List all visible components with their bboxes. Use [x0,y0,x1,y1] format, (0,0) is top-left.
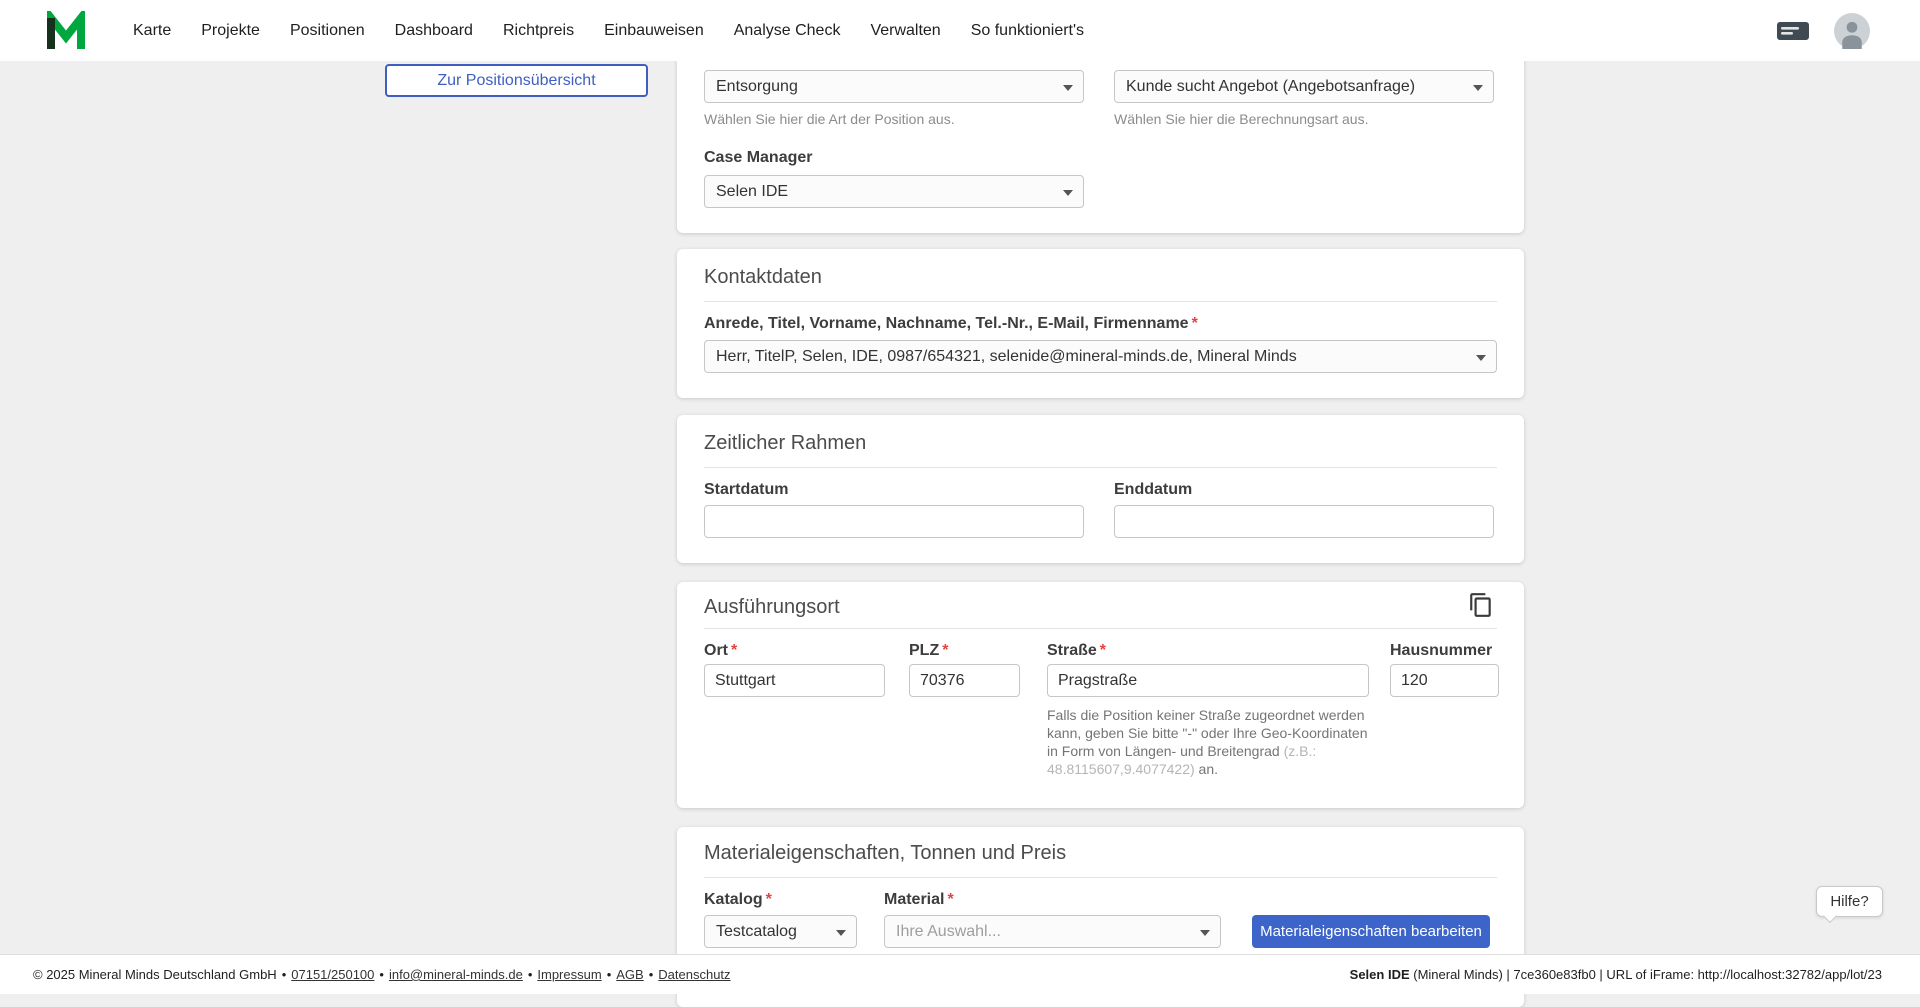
contact-field-label-text: Anrede, Titel, Vorname, Nachname, Tel.-N… [704,315,1189,332]
mineral-minds-logo[interactable] [45,11,87,51]
separator: • [649,967,654,982]
plz-input[interactable] [909,664,1020,697]
timeframe-card-title: Zeitlicher Rahmen [704,432,866,455]
position-type-help: Wählen Sie hier die Art der Position aus… [704,111,955,127]
divider [704,628,1497,629]
help-button[interactable]: Hilfe? [1816,886,1883,917]
hausnummer-label: Hausnummer [1390,642,1492,660]
strasse-label: Straße* [1047,642,1106,660]
edit-material-properties-button[interactable]: Materialeigenschaften bearbeiten [1252,915,1490,948]
strasse-help: Falls die Position keiner Straße zugeord… [1047,706,1381,778]
nav-item-dashboard[interactable]: Dashboard [395,22,473,40]
divider [704,467,1497,468]
contact-card-title: Kontaktdaten [704,266,822,289]
chevron-down-icon [1473,85,1483,91]
footer-link-phone[interactable]: 07151/250100 [291,967,374,982]
required-marker: * [942,642,948,659]
location-card-title: Ausführungsort [704,596,840,619]
timeframe-card: Zeitlicher Rahmen Startdatum Enddatum [677,415,1524,563]
case-manager-label: Case Manager [704,149,813,167]
strasse-help-suffix: an. [1195,761,1218,777]
nav-item-positionen[interactable]: Positionen [290,22,365,40]
top-navigation-bar: Karte Projekte Positionen Dashboard Rich… [0,0,1920,61]
case-manager-select[interactable]: Selen IDE [704,175,1084,208]
chevron-down-icon [1063,85,1073,91]
plz-label-text: PLZ [909,642,939,659]
chevron-down-icon [1200,930,1210,936]
nav-item-projekte[interactable]: Projekte [201,22,260,40]
footer-info: © 2025 Mineral Minds Deutschland GmbH • … [33,967,731,982]
back-to-positions-button[interactable]: Zur Positionsübersicht [385,64,648,97]
nav-item-verwalten[interactable]: Verwalten [870,22,940,40]
ort-label-text: Ort [704,642,728,659]
end-date-label: Enddatum [1114,481,1192,499]
material-card-title: Materialeigenschaften, Tonnen und Preis [704,842,1066,865]
location-card: Ausführungsort Ort* PLZ* Straße* Hausnum… [677,582,1524,808]
required-marker: * [766,891,772,908]
session-info: Selen IDE (Mineral Minds) | 7ce360e83fb0… [1350,967,1882,982]
nav-item-einbauweisen[interactable]: Einbauweisen [604,22,704,40]
chevron-down-icon [836,930,846,936]
footer: © 2025 Mineral Minds Deutschland GmbH • … [0,954,1920,994]
katalog-label-text: Katalog [704,891,763,908]
divider [704,877,1497,878]
strasse-help-main: Falls die Position keiner Straße zugeord… [1047,707,1367,759]
chevron-down-icon [1063,190,1073,196]
required-marker: * [947,891,953,908]
nav-item-richtpreis[interactable]: Richtpreis [503,22,574,40]
strasse-input[interactable] [1047,664,1369,697]
ort-label: Ort* [704,642,737,660]
separator: • [379,967,384,982]
billing-type-value: Kunde sucht Angebot (Angebotsanfrage) [1126,78,1415,96]
hausnummer-input[interactable] [1390,664,1499,697]
katalog-select[interactable]: Testcatalog [704,915,857,948]
divider [704,301,1497,302]
end-date-input[interactable] [1114,505,1494,538]
katalog-value: Testcatalog [716,923,797,941]
terminal-icon[interactable] [1776,19,1810,43]
billing-type-select[interactable]: Kunde sucht Angebot (Angebotsanfrage) [1114,70,1494,103]
plz-label: PLZ* [909,642,948,660]
nav-item-karte[interactable]: Karte [133,22,171,40]
ort-input[interactable] [704,664,885,697]
session-user: Selen IDE [1350,967,1410,982]
material-label: Material* [884,891,954,909]
copyright-text: © 2025 Mineral Minds Deutschland GmbH [33,967,277,982]
material-label-text: Material [884,891,944,908]
case-manager-value: Selen IDE [716,183,788,201]
contact-value: Herr, TitelP, Selen, IDE, 0987/654321, s… [716,348,1297,366]
required-marker: * [1192,315,1198,332]
contact-card: Kontaktdaten Anrede, Titel, Vorname, Nac… [677,249,1524,398]
separator: • [607,967,612,982]
material-placeholder: Ihre Auswahl... [896,923,1001,941]
position-type-select[interactable]: Entsorgung [704,70,1084,103]
copy-icon[interactable] [1468,592,1494,623]
footer-link-agb[interactable]: AGB [616,967,643,982]
required-marker: * [731,642,737,659]
separator: • [282,967,287,982]
chevron-down-icon [1476,355,1486,361]
required-marker: * [1100,642,1106,659]
strasse-label-text: Straße [1047,642,1097,659]
katalog-label: Katalog* [704,891,772,909]
footer-link-impressum[interactable]: Impressum [537,967,601,982]
footer-link-datenschutz[interactable]: Datenschutz [658,967,730,982]
position-type-card: Entsorgung Kunde sucht Angebot (Angebots… [677,38,1524,233]
start-date-input[interactable] [704,505,1084,538]
material-select[interactable]: Ihre Auswahl... [884,915,1221,948]
position-type-value: Entsorgung [716,78,798,96]
nav-item-analyse-check[interactable]: Analyse Check [734,22,841,40]
contact-select[interactable]: Herr, TitelP, Selen, IDE, 0987/654321, s… [704,340,1497,373]
nav-item-so-funktionierts[interactable]: So funktioniert's [971,22,1084,40]
start-date-label: Startdatum [704,481,788,499]
header-right [1776,0,1870,61]
main-nav: Karte Projekte Positionen Dashboard Rich… [133,22,1084,40]
separator: • [528,967,533,982]
session-details: (Mineral Minds) | 7ce360e83fb0 | URL of … [1410,967,1882,982]
footer-link-email[interactable]: info@mineral-minds.de [389,967,523,982]
user-avatar[interactable] [1834,13,1870,49]
billing-type-help: Wählen Sie hier die Berechnungsart aus. [1114,111,1368,127]
contact-field-label: Anrede, Titel, Vorname, Nachname, Tel.-N… [704,315,1198,333]
